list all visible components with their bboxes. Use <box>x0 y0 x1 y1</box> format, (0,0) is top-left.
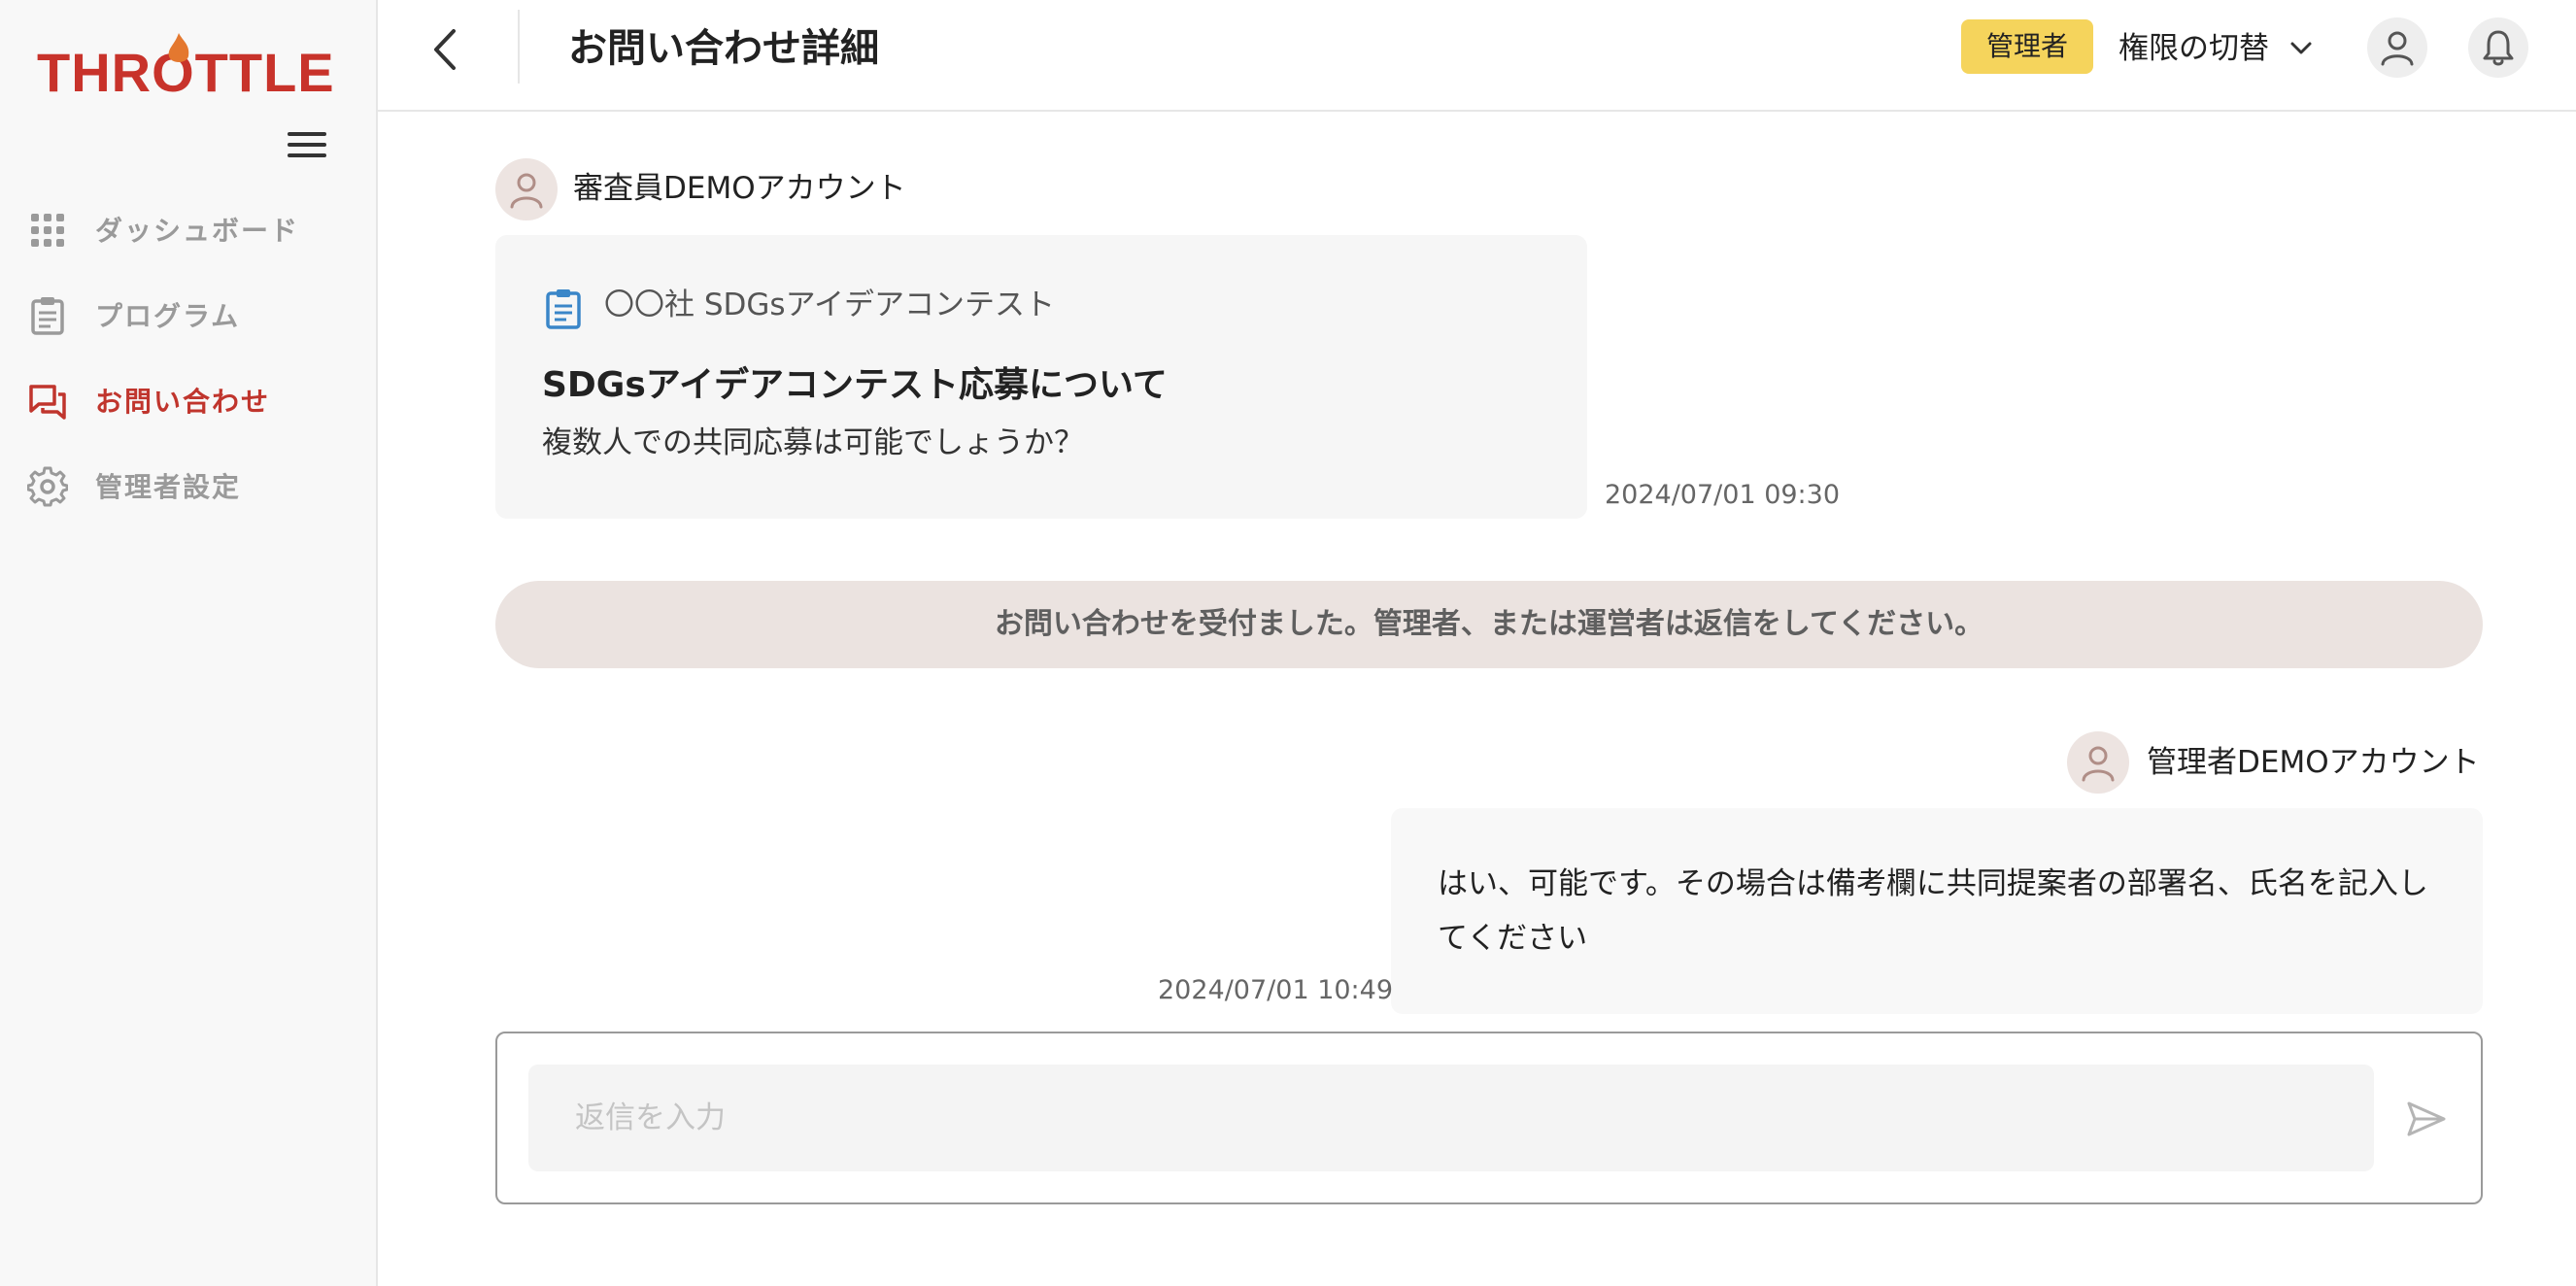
grid-icon <box>31 214 64 247</box>
flame-icon <box>168 33 189 62</box>
user-icon <box>2082 746 2115 782</box>
avatar <box>495 158 558 220</box>
sidebar-item-label: お問い合わせ <box>95 386 271 418</box>
send-icon[interactable] <box>2405 1098 2448 1140</box>
sidebar-item-admin-settings[interactable]: 管理者設定 <box>0 443 378 528</box>
sidebar-item-label: 管理者設定 <box>95 471 242 503</box>
clipboard-icon <box>31 297 64 335</box>
page-title: お問い合わせ詳細 <box>568 26 879 71</box>
header-divider <box>518 10 520 84</box>
reply-input[interactable] <box>528 1065 2374 1171</box>
reply-body: はい、可能です。その場合は備考欄に共同提案者の部署名、氏名を記入してください <box>1438 866 2428 956</box>
notification-button[interactable] <box>2468 17 2528 78</box>
inquiry-subject: SDGsアイデアコンテスト応募について <box>542 365 1168 405</box>
reply-message-bubble: はい、可能です。その場合は備考欄に共同提案者の部署名、氏名を記入してください <box>1391 808 2483 1014</box>
user-profile-button[interactable] <box>2367 17 2427 78</box>
back-arrow-icon[interactable] <box>424 25 467 74</box>
reply-sender-name: 管理者DEMOアカウント <box>2147 745 2480 780</box>
reply-timestamp: 2024/07/01 10:49 <box>1158 975 1394 1005</box>
sidebar-item-program[interactable]: プログラム <box>0 272 378 357</box>
user-icon <box>2381 31 2414 66</box>
hamburger-menu-icon[interactable] <box>288 132 326 163</box>
gear-icon <box>27 466 68 507</box>
throttle-logo[interactable]: THROTTLE <box>37 27 334 105</box>
chevron-down-icon[interactable] <box>2288 35 2315 62</box>
inquiry-message-bubble: 〇〇社 SDGsアイデアコンテスト SDGsアイデアコンテスト応募について 複数… <box>495 235 1587 519</box>
role-switch-dropdown[interactable]: 権限の切替 <box>2118 21 2269 76</box>
program-name: 〇〇社 SDGsアイデアコンテスト <box>604 288 1056 322</box>
avatar <box>2067 731 2129 794</box>
sidebar-item-label: プログラム <box>95 300 241 332</box>
top-header: お問い合わせ詳細 管理者 権限の切替 <box>378 0 2576 112</box>
sidebar: THROTTLE ダッシュボード プログラム お問い合わせ 管理者設定 <box>0 0 378 1286</box>
inquiry-sender-name: 審査員DEMOアカウント <box>573 171 906 206</box>
sidebar-item-inquiry[interactable]: お問い合わせ <box>0 357 378 443</box>
sidebar-item-label: ダッシュボード <box>95 215 300 247</box>
sidebar-item-dashboard[interactable]: ダッシュボード <box>0 186 378 272</box>
user-icon <box>510 173 543 209</box>
inquiry-timestamp: 2024/07/01 09:30 <box>1605 480 1841 510</box>
reply-composer <box>495 1032 2483 1204</box>
role-badge: 管理者 <box>1961 19 2093 74</box>
inquiry-body: 複数人での共同応募は可能でしょうか？ <box>542 425 1084 460</box>
clipboard-icon <box>546 289 581 329</box>
sidebar-nav: ダッシュボード プログラム お問い合わせ 管理者設定 <box>0 186 378 528</box>
bell-icon <box>2483 30 2514 66</box>
system-message-banner: お問い合わせを受付ました。管理者、または運営者は返信をしてください。 <box>495 581 2483 668</box>
chat-icon <box>29 385 66 420</box>
